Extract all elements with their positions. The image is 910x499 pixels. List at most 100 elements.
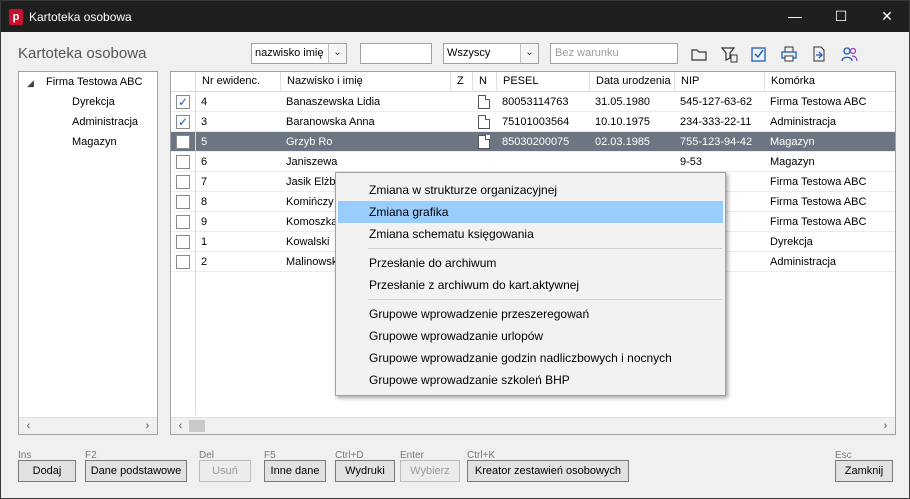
- menu-item[interactable]: Przesłanie z archiwum do kart.aktywnej: [338, 274, 723, 296]
- table-row[interactable]: 5 Grzyb Ro 85030200075 02.03.1985 755-123-94…: [171, 132, 895, 152]
- checkbox-icon[interactable]: [749, 44, 769, 64]
- cell-birth: 10.10.1975: [595, 116, 651, 128]
- usuń-button: Usuń: [199, 460, 251, 482]
- tree-item-administracja[interactable]: Administracja: [72, 116, 138, 128]
- document-icon: [478, 135, 490, 149]
- context-menu: Zmiana w strukturze organizacyjnej Zmiana…: [335, 172, 726, 396]
- menu-item[interactable]: Zmiana schematu księgowania: [338, 223, 723, 245]
- cell-unit: Administracja: [770, 116, 837, 128]
- cell-unit: Dyrekcja: [770, 236, 813, 248]
- document-icon: [478, 115, 490, 129]
- table-row[interactable]: ✓ 4 Banaszewska Lidia 80053114763 31.05.1980…: [171, 92, 895, 112]
- row-checkbox[interactable]: [176, 175, 190, 189]
- window-title: Kartoteka osobowa: [29, 10, 132, 24]
- cell-nr: 8: [201, 196, 208, 208]
- menu-item[interactable]: Grupowe wprowadzanie szkoleń BHP: [338, 369, 723, 391]
- row-checkbox[interactable]: ✓: [176, 115, 190, 129]
- menu-item[interactable]: Grupowe wprowadzenie przeszeregowań: [338, 303, 723, 325]
- condition-placeholder: Bez warunku: [555, 47, 619, 59]
- row-checkbox[interactable]: [176, 195, 190, 209]
- dodaj-button[interactable]: Dodaj: [18, 460, 76, 482]
- page-title: Kartoteka osobowa: [18, 45, 147, 62]
- collapse-icon[interactable]: ◢: [27, 78, 34, 89]
- menu-item[interactable]: Zmiana w strukturze organizacyjnej: [338, 179, 723, 201]
- filter-select[interactable]: Wszyscy ⌄: [443, 43, 539, 64]
- scroll-thumb[interactable]: [189, 420, 205, 432]
- condition-input[interactable]: Bez warunku: [550, 43, 678, 64]
- column-header-birth[interactable]: Data urodzenia: [589, 72, 674, 92]
- search-input[interactable]: [360, 43, 432, 64]
- cell-nr: 3: [201, 116, 208, 128]
- wydruki-button[interactable]: Wydruki: [335, 460, 395, 482]
- column-header-nip[interactable]: NIP: [674, 72, 764, 92]
- scroll-right-icon[interactable]: ›: [878, 419, 893, 434]
- cell-birth: 02.03.1985: [595, 136, 651, 148]
- table-row[interactable]: 6 Janiszewa 9-53 Magazyn: [171, 152, 895, 172]
- menu-item[interactable]: Zmiana grafika: [338, 201, 723, 223]
- cell-nr: 1: [201, 236, 208, 248]
- cell-nr: 5: [201, 136, 208, 148]
- menu-item[interactable]: Grupowe wprowadzanie urlopów: [338, 325, 723, 347]
- dane-podstawowe-button[interactable]: Dane podstawowe: [85, 460, 187, 482]
- inne-dane-button[interactable]: Inne dane: [264, 460, 326, 482]
- cell-pesel: 80053114763: [502, 96, 569, 108]
- export-icon[interactable]: [809, 44, 829, 64]
- maximize-button[interactable]: ☐: [819, 1, 863, 32]
- cell-nr: 9: [201, 216, 208, 228]
- zamknij-button[interactable]: Zamknij: [835, 460, 893, 482]
- users-icon[interactable]: [839, 44, 859, 64]
- menu-item[interactable]: Grupowe wprowadzanie godzin nadliczbowyc…: [338, 347, 723, 369]
- column-header-n[interactable]: N: [472, 72, 496, 92]
- scroll-right-icon[interactable]: ›: [140, 419, 155, 434]
- cell-name: Banaszewska Lidia: [286, 96, 381, 108]
- row-checkbox[interactable]: [176, 235, 190, 249]
- row-checkbox[interactable]: [176, 155, 190, 169]
- chevron-down-icon: ⌄: [328, 44, 346, 63]
- cell-unit: Administracja: [770, 256, 837, 268]
- scroll-left-icon[interactable]: ‹: [173, 419, 188, 434]
- cell-unit: Firma Testowa ABC: [770, 176, 867, 188]
- cell-pesel: 75101003564: [502, 116, 570, 128]
- minimize-button[interactable]: —: [773, 1, 817, 32]
- cell-birth: [589, 152, 674, 172]
- grid-header: Nr ewidenc. Nazwisko i imię Z N PESEL Da…: [171, 72, 895, 92]
- column-header-nr[interactable]: Nr ewidenc.: [195, 72, 280, 92]
- scroll-left-icon[interactable]: ‹: [21, 419, 36, 434]
- horizontal-scrollbar[interactable]: ‹ ›: [19, 417, 157, 434]
- folder-icon[interactable]: [689, 44, 709, 64]
- row-checkbox[interactable]: [176, 255, 190, 269]
- cell-nip: 755-123-94-42: [680, 136, 753, 148]
- cell-nr: 6: [201, 156, 208, 168]
- column-header-name[interactable]: Nazwisko i imię: [280, 72, 450, 92]
- cell-unit: Firma Testowa ABC: [770, 196, 867, 208]
- app-logo-icon: p: [9, 9, 23, 25]
- kreator-zestawień-osobowych-button[interactable]: Kreator zestawień osobowych: [467, 460, 629, 482]
- wybierz-button: Wybierz: [400, 460, 460, 482]
- tree-item-root[interactable]: Firma Testowa ABC: [46, 76, 142, 88]
- cell-pesel: [496, 152, 589, 172]
- sort-select[interactable]: nazwisko imię ⌄: [251, 43, 347, 64]
- close-button[interactable]: ✕: [865, 1, 909, 32]
- tree-item-dyrekcja[interactable]: Dyrekcja: [72, 96, 115, 108]
- print-icon[interactable]: [779, 44, 799, 64]
- row-checkbox[interactable]: [176, 215, 190, 229]
- menu-item[interactable]: Przesłanie do archiwum: [338, 252, 723, 274]
- row-checkbox[interactable]: ✓: [176, 95, 190, 109]
- main-window: p Kartoteka osobowa — ☐ ✕ Kartoteka osob…: [0, 0, 910, 499]
- cell-birth: 31.05.1980: [595, 96, 651, 108]
- tree-item-magazyn[interactable]: Magazyn: [72, 136, 117, 148]
- table-row[interactable]: ✓ 3 Baranowska Anna 75101003564 10.10.1975 23…: [171, 112, 895, 132]
- client-area: Kartoteka osobowa nazwisko imię ⌄ Wszysc…: [1, 32, 909, 498]
- column-header-z[interactable]: Z: [450, 72, 472, 92]
- title-bar[interactable]: p Kartoteka osobowa — ☐ ✕: [1, 1, 909, 32]
- filter-select-value: Wszyscy: [447, 47, 491, 59]
- grid-horizontal-scrollbar[interactable]: ‹ ›: [171, 417, 895, 434]
- column-header-unit[interactable]: Komórka: [764, 72, 895, 92]
- filter-icon[interactable]: [719, 44, 739, 64]
- structure-tree: ◢ Firma Testowa ABC Dyrekcja Administrac…: [18, 71, 158, 435]
- row-checkbox[interactable]: [176, 135, 190, 149]
- menu-separator: [368, 248, 722, 249]
- cell-nip: 9-53: [680, 156, 703, 168]
- cell-unit: Firma Testowa ABC: [770, 216, 867, 228]
- column-header-pesel[interactable]: PESEL: [496, 72, 589, 92]
